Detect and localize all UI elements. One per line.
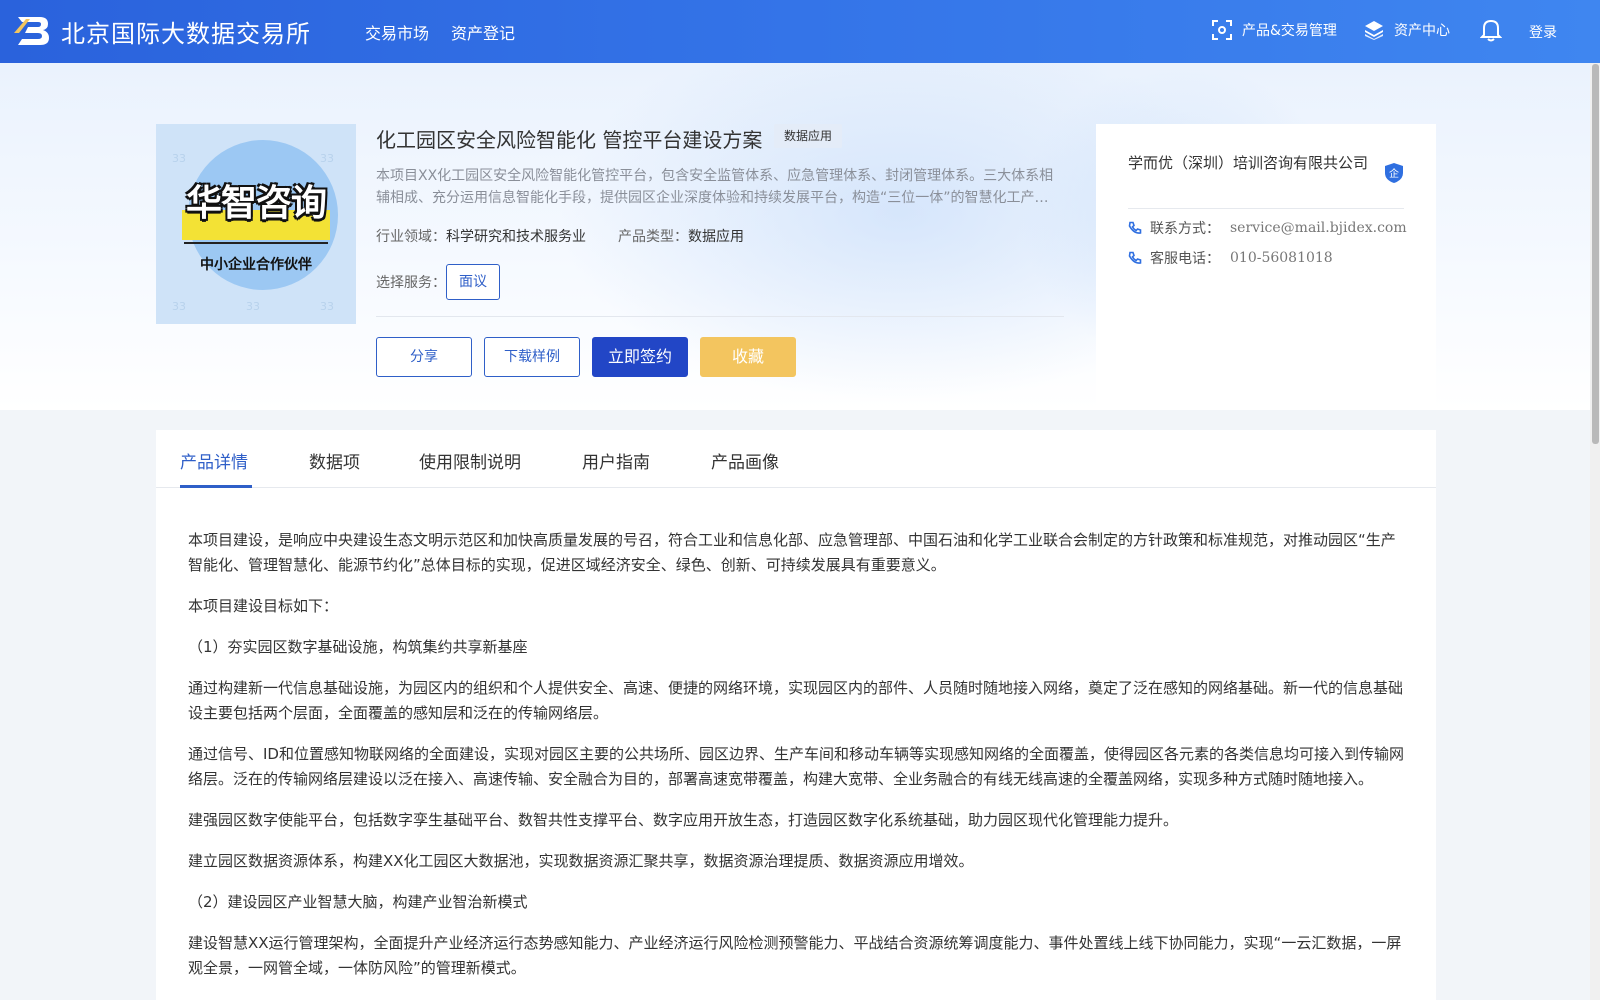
favorite-button[interactable]: 收藏 bbox=[700, 337, 796, 377]
product-description-line: 辅相成、充分运用信息智能化手段，提供园区企业深度体验和持续发展平台，构造“三位一… bbox=[376, 190, 1062, 206]
article-paragraph: 建设智慧XX运行管理架构，全面提升产业经济运行态势感知能力、产业经济运行风险检测… bbox=[188, 934, 1402, 977]
service-phone[interactable]: 010-56081018 bbox=[1230, 250, 1333, 266]
bjidex-logo-icon[interactable] bbox=[14, 13, 52, 47]
product-type-field: 产品类型：数据应用 bbox=[618, 226, 744, 246]
industry-value: 科学研究和技术服务业 bbox=[446, 229, 586, 245]
asset-center-label: 资产中心 bbox=[1394, 23, 1450, 39]
scan-icon bbox=[1212, 20, 1232, 40]
enterprise-badge-text: 企 bbox=[1389, 167, 1399, 180]
article-paragraph: （2）建设园区产业智慧大脑，构建产业智治新模式 bbox=[188, 893, 528, 911]
product-detail-article: 本项目建设，是响应中央建设生态文明示范区和加快高质量发展的号召，符合工业和信息化… bbox=[188, 528, 1408, 997]
contact-email-row: 联系方式： service@mail.bjidex.com bbox=[1128, 218, 1407, 238]
tab-user-guide[interactable]: 用户指南 bbox=[582, 448, 650, 473]
page-scrollbar-thumb[interactable] bbox=[1592, 64, 1599, 444]
product-description: 本项目XX化工园区安全风险智能化管控平台，包含安全监管体系、应急管理体系、封闭管… bbox=[376, 165, 1062, 209]
phone-label: 客服电话： bbox=[1150, 251, 1220, 267]
tab-data-items[interactable]: 数据项 bbox=[309, 448, 360, 473]
seller-card: 学而优（深圳）培训咨询有限共公司 企 联系方式： service@mail.bj… bbox=[1096, 124, 1436, 407]
phone-icon bbox=[1128, 221, 1142, 234]
layers-icon bbox=[1365, 21, 1383, 40]
active-tab-indicator bbox=[180, 485, 252, 488]
industry-field: 行业领域：科学研究和技术服务业 bbox=[376, 226, 586, 246]
enterprise-badge-icon: 企 bbox=[1385, 163, 1403, 183]
product-trade-management-label: 产品&交易管理 bbox=[1242, 23, 1337, 39]
share-button[interactable]: 分享 bbox=[376, 337, 472, 377]
site-title[interactable]: 北京国际大数据交易所 bbox=[61, 14, 311, 49]
seller-name[interactable]: 学而优（深圳）培训咨询有限共公司 bbox=[1128, 152, 1378, 174]
divider bbox=[376, 316, 1064, 317]
service-phone-row: 客服电话： 010-56081018 bbox=[1128, 248, 1333, 268]
product-type-value: 数据应用 bbox=[688, 229, 744, 245]
tab-product-profile[interactable]: 产品画像 bbox=[711, 448, 779, 473]
sign-now-button[interactable]: 立即签约 bbox=[592, 337, 688, 377]
cover-number: 33 bbox=[246, 300, 260, 313]
divider bbox=[1128, 208, 1404, 209]
product-trade-management-link[interactable]: 产品&交易管理 bbox=[1212, 20, 1337, 40]
service-label: 选择服务： bbox=[376, 275, 446, 291]
phone-icon bbox=[1128, 251, 1142, 264]
tab-usage-restrictions[interactable]: 使用限制说明 bbox=[419, 448, 521, 473]
product-category-tag: 数据应用 bbox=[774, 124, 843, 148]
login-link[interactable]: 登录 bbox=[1529, 22, 1557, 42]
download-sample-button[interactable]: 下载样例 bbox=[484, 337, 580, 377]
cover-number: 33 bbox=[320, 152, 334, 165]
article-paragraph: 建立园区数据资源体系，构建XX化工园区大数据池，实现数据资源汇聚共享，数据资源治… bbox=[188, 852, 974, 870]
product-type-label: 产品类型： bbox=[618, 229, 688, 245]
product-title: 化工园区安全风险智能化 管控平台建设方案 bbox=[376, 128, 763, 152]
cover-underline bbox=[184, 242, 328, 244]
contact-email[interactable]: service@mail.bjidex.com bbox=[1230, 220, 1407, 236]
nav-trading-market[interactable]: 交易市场 bbox=[365, 20, 429, 44]
cover-number: 33 bbox=[172, 300, 186, 313]
bell-icon[interactable] bbox=[1480, 18, 1502, 42]
article-paragraph: 本项目建设，是响应中央建设生态文明示范区和加快高质量发展的号召，符合工业和信息化… bbox=[188, 531, 1396, 574]
cover-subtitle: 中小企业合作伙伴 bbox=[200, 257, 312, 273]
product-description-line: 本项目XX化工园区安全风险智能化管控平台，包含安全监管体系、应急管理体系、封闭管… bbox=[376, 168, 1054, 184]
cover-number: 33 bbox=[172, 152, 186, 165]
nav-asset-registration[interactable]: 资产登记 bbox=[451, 20, 515, 44]
article-paragraph: （1）夯实园区数字基础设施，构筑集约共享新基座 bbox=[188, 638, 528, 656]
asset-center-link[interactable]: 资产中心 bbox=[1364, 20, 1450, 40]
service-option-negotiable[interactable]: 面议 bbox=[446, 264, 500, 300]
contact-label: 联系方式： bbox=[1150, 221, 1220, 237]
tab-product-details[interactable]: 产品详情 bbox=[180, 448, 248, 473]
article-paragraph: 通过构建新一代信息基础设施，为园区内的组织和个人提供安全、高速、便捷的网络环境，… bbox=[188, 679, 1404, 722]
product-content-panel: 产品详情 数据项 使用限制说明 用户指南 产品画像 本项目建设，是响应中央建设生… bbox=[156, 430, 1436, 1000]
article-paragraph: 本项目建设目标如下： bbox=[188, 597, 339, 615]
product-tabs: 产品详情 数据项 使用限制说明 用户指南 产品画像 bbox=[156, 430, 1436, 488]
top-header: 北京国际大数据交易所 交易市场 资产登记 产品&交易管理 资产中心 登录 bbox=[0, 0, 1600, 63]
article-paragraph: 建强园区数字使能平台，包括数字孪生基础平台、数智共性支撑平台、数字应用开放生态，… bbox=[188, 811, 1179, 829]
cover-number: 33 bbox=[320, 300, 334, 313]
industry-label: 行业领域： bbox=[376, 229, 446, 245]
product-cover-image: 33 33 33 33 33 华智咨询 中小企业合作伙伴 bbox=[156, 124, 356, 324]
article-paragraph: 通过信号、ID和位置感知物联网络的全面建设，实现对园区主要的公共场所、园区边界、… bbox=[188, 745, 1404, 788]
cover-title: 华智咨询 bbox=[185, 183, 327, 224]
